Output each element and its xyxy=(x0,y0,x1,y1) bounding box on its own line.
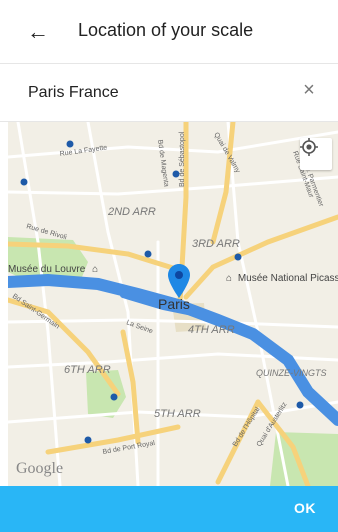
poi-picasso[interactable]: ⌂ Musée National Picass xyxy=(226,273,338,284)
district-label-5th: 5TH ARR xyxy=(154,408,201,420)
location-search-input[interactable] xyxy=(28,82,288,104)
district-label-quinze-vingts: QUINZE-VINGTS xyxy=(256,368,327,378)
district-label-2nd: 2ND ARR xyxy=(108,206,156,218)
page-title: Location of your scale xyxy=(78,20,254,40)
district-label-4th: 4TH ARR xyxy=(188,324,235,336)
search-bar: × xyxy=(0,64,338,122)
my-location-icon xyxy=(300,138,318,156)
map-pin-icon[interactable] xyxy=(168,264,190,298)
map-view[interactable]: Rue La Fayette Bd de Magenta Quai de Val… xyxy=(8,122,338,486)
my-location-button[interactable] xyxy=(300,138,332,170)
district-label-6th: 6TH ARR xyxy=(64,364,111,376)
arrow-left-icon[interactable]: ← xyxy=(26,18,50,46)
google-attribution: Google xyxy=(16,460,64,477)
app-bar: ← Location of your scale xyxy=(0,0,338,64)
poi-louvre-label: Musée du Louvre xyxy=(8,264,86,275)
poi-picasso-label: Musée National Picass xyxy=(237,273,338,284)
museum-icon: ⌂ xyxy=(92,264,99,275)
city-label: Paris xyxy=(158,296,190,312)
ok-button[interactable]: OK xyxy=(294,500,316,516)
poi-louvre[interactable]: Musée du Louvre ⌂ xyxy=(8,264,98,275)
svg-text:Bd de Sébastopol: Bd de Sébastopol xyxy=(179,131,186,187)
footer-bar: OK xyxy=(0,486,338,532)
museum-icon: ⌂ xyxy=(226,273,233,284)
district-label-3rd: 3RD ARR xyxy=(192,238,240,250)
close-icon[interactable]: × xyxy=(298,79,320,101)
